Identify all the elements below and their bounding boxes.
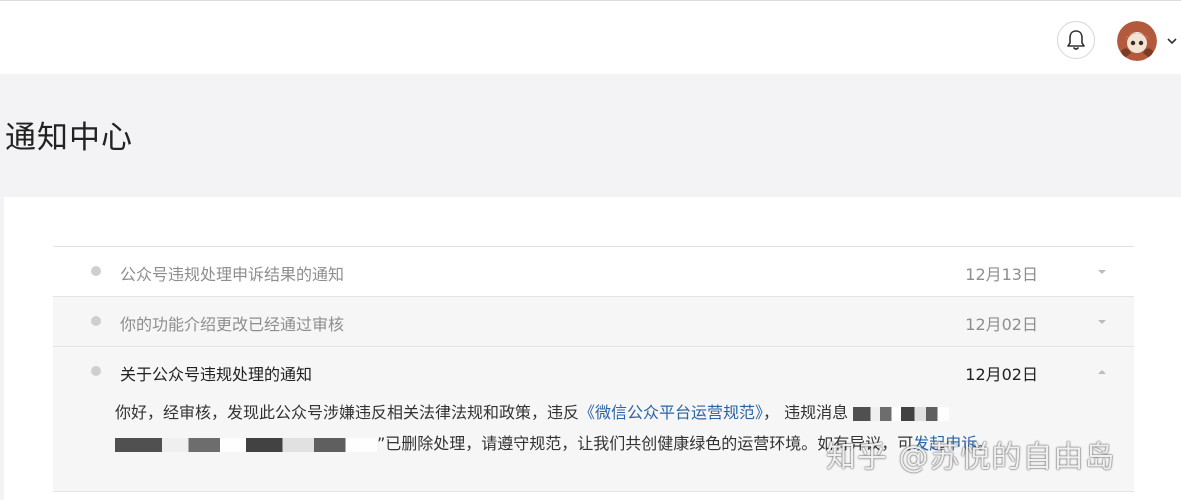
body-text: ， 违规消息 bbox=[763, 403, 849, 422]
notification-date: 12月02日 bbox=[965, 365, 1038, 384]
notification-row[interactable]: 公众号违规处理申诉结果的通知 12月13日 bbox=[53, 247, 1134, 297]
redacted-block bbox=[853, 406, 950, 421]
bell-icon bbox=[1067, 30, 1085, 50]
redacted-block bbox=[115, 437, 377, 452]
caret-down-icon[interactable] bbox=[1096, 316, 1108, 328]
page-title: 通知中心 bbox=[5, 120, 133, 156]
notification-title: 关于公众号违规处理的通知 bbox=[120, 365, 313, 384]
caret-up-icon[interactable] bbox=[1096, 366, 1108, 378]
notification-title: 公众号违规处理申诉结果的通知 bbox=[120, 265, 345, 284]
rules-link[interactable]: 《微信公众平台运营规范》 bbox=[579, 403, 763, 422]
avatar-image bbox=[1117, 21, 1157, 61]
body-text: 你好，经审核，发现此公众号涉嫌违反相关法律法规和政策，违反 bbox=[115, 403, 580, 422]
chevron-down-icon[interactable] bbox=[1165, 34, 1179, 48]
top-bar bbox=[0, 0, 1181, 74]
read-dot bbox=[91, 316, 101, 326]
notification-title: 你的功能介绍更改已经通过审核 bbox=[120, 315, 345, 334]
notification-row[interactable]: 你的功能介绍更改已经通过审核 12月02日 bbox=[53, 297, 1134, 347]
read-dot bbox=[91, 266, 101, 276]
caret-down-icon[interactable] bbox=[1096, 266, 1108, 278]
notification-date: 12月02日 bbox=[965, 315, 1038, 334]
watermark: 知乎 @苏悦的自由岛 bbox=[826, 440, 1116, 475]
notification-bell-button[interactable] bbox=[1057, 21, 1095, 59]
avatar[interactable] bbox=[1117, 21, 1157, 61]
notification-date: 12月13日 bbox=[965, 265, 1038, 284]
read-dot bbox=[91, 366, 101, 376]
